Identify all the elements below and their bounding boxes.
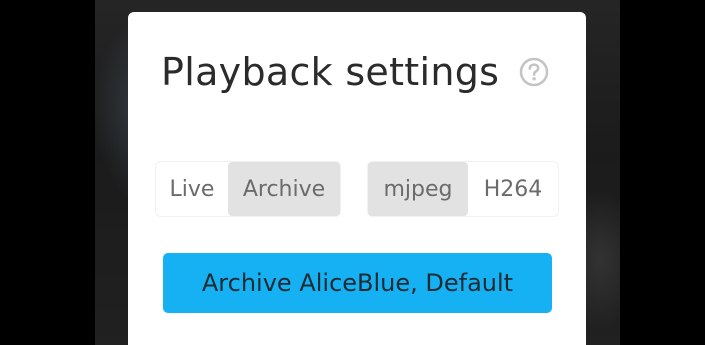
mjpeg-option-label: mjpeg — [383, 176, 453, 202]
dialog-header: Playback settings — [161, 50, 549, 94]
live-option[interactable]: Live — [156, 162, 228, 216]
live-option-label: Live — [169, 176, 215, 202]
mjpeg-option[interactable]: mjpeg — [368, 162, 468, 216]
codec-toggle: mjpeg H264 — [368, 162, 558, 216]
h264-option[interactable]: H264 — [468, 162, 558, 216]
archive-option-label: Archive — [242, 176, 326, 202]
archive-play-button-label: Archive AliceBlue, Default — [201, 269, 514, 297]
archive-option[interactable]: Archive — [228, 162, 340, 216]
screen: Playback settings Live Archive mjpeg H26… — [0, 0, 705, 345]
dialog-title: Playback settings — [161, 50, 500, 94]
source-toggle: Live Archive — [156, 162, 340, 216]
h264-option-label: H264 — [483, 176, 543, 202]
archive-play-button[interactable]: Archive AliceBlue, Default — [163, 253, 552, 313]
playback-settings-dialog: Playback settings Live Archive mjpeg H26… — [128, 12, 586, 345]
help-icon[interactable] — [519, 57, 549, 87]
